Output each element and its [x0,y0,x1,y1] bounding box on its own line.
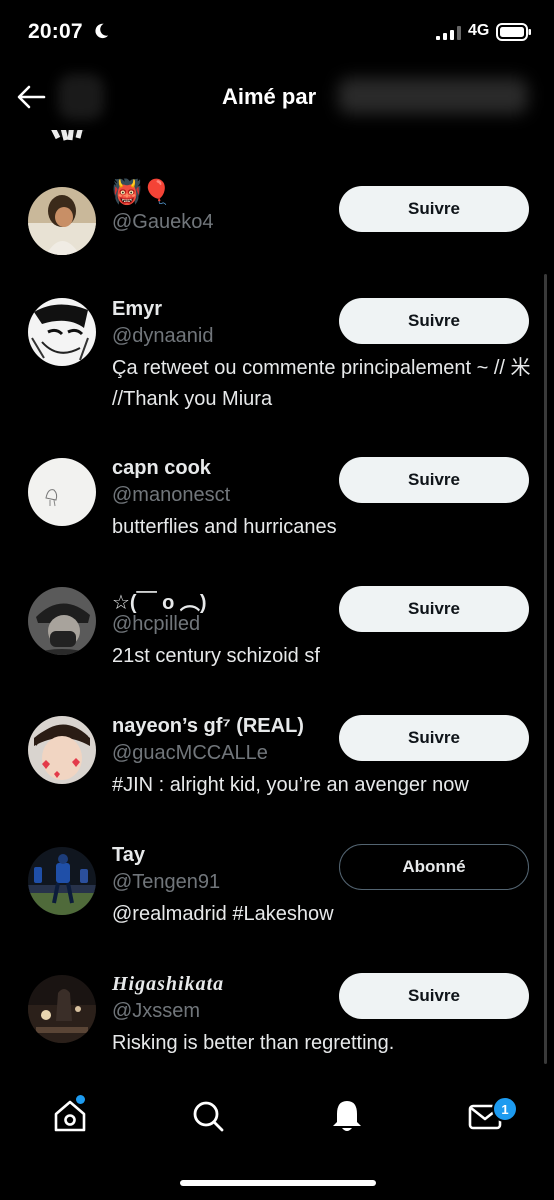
network-type: 4G [468,22,490,39]
bell-icon[interactable] [327,1096,367,1136]
user-name: Emyr [112,298,163,320]
user-name: nayeon’s gf⁷ (REAL) [112,715,304,737]
user-handle: @guacMCCALLe [112,742,268,764]
follow-button[interactable]: Suivre [339,298,529,344]
scrollbar[interactable] [544,274,547,1064]
back-arrow-icon[interactable] [14,80,48,114]
page-title: Aimé par [222,84,317,109]
blurred-region [58,74,104,120]
follow-button[interactable]: Suivre [339,715,529,761]
avatar[interactable] [28,587,96,655]
follow-button[interactable]: Suivre [339,586,529,632]
status-bar: 20:07 4G [0,0,554,64]
follow-button[interactable]: Suivre [339,457,529,503]
avatar[interactable] [28,298,96,366]
user-handle: @manonesct [112,484,231,506]
user-bio: @realmadrid #Lakeshow [112,903,334,925]
moon-icon [95,23,109,39]
avatar[interactable] [28,975,96,1043]
battery-icon [496,23,531,41]
home-indicator[interactable] [180,1180,376,1186]
user-handle: @Jxssem [112,1000,201,1022]
status-time: 20:07 [28,20,83,43]
messages-badge: 1 [492,1096,518,1122]
blurred-region [338,78,528,114]
user-handle: @hcpilled [112,613,201,635]
user-bio: Risking is better than regretting. [112,1032,395,1054]
avatar[interactable] [28,847,96,915]
search-icon[interactable] [188,1096,228,1136]
user-handle: @dynaanid [112,325,214,347]
avatar[interactable] [28,187,96,255]
user-name: ☆(￣ ο ︵) [112,592,207,614]
home-notification-dot [76,1095,85,1104]
follow-button[interactable]: Suivre [339,973,529,1019]
user-name: Tay [112,844,145,866]
top-header: Aimé par [0,64,554,130]
following-button[interactable]: Abonné [339,844,529,890]
user-bio: Ça retweet ou commente principalement ~ … [112,357,531,410]
user-name: capn cook [112,457,211,479]
bottom-tab-bar [0,1082,554,1158]
user-handle: @Tengen91 [112,871,221,893]
user-name: Higashikata [112,973,225,995]
avatar[interactable] [28,716,96,784]
user-handle: @Gaueko4 [112,211,214,233]
signal-icon [436,26,461,40]
user-bio: butterflies and hurricanes [112,516,337,538]
user-bio: 21st century schizoid sf [112,645,320,667]
follow-button[interactable]: Suivre [339,186,529,232]
avatar[interactable] [28,458,96,526]
user-name: 👹🎈 [112,179,172,206]
user-bio: #JIN : alright kid, you’re an avenger no… [112,774,469,796]
